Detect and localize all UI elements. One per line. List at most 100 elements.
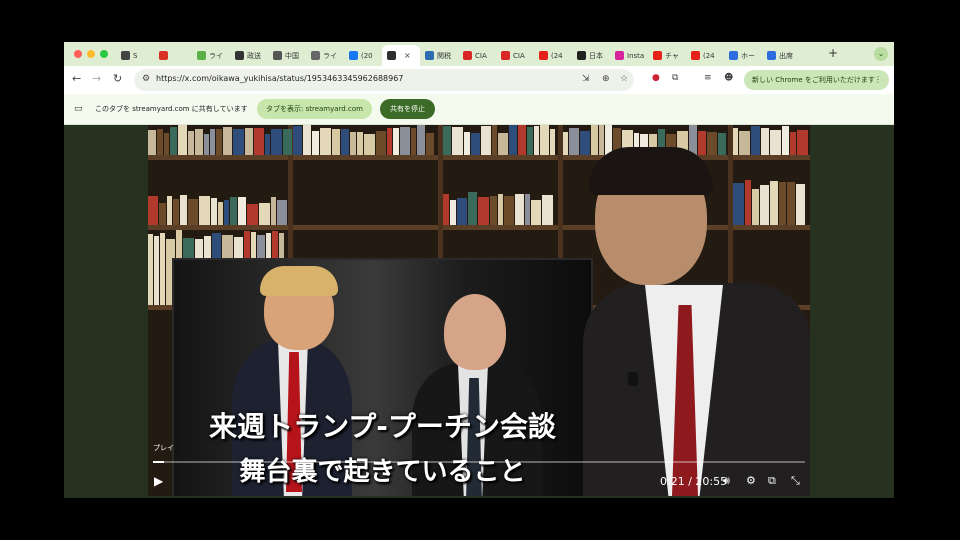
book-spine [259, 203, 270, 225]
stop-sharing-button[interactable]: 共有を停止 [380, 99, 435, 119]
browser-tab[interactable]: (20 [344, 45, 382, 66]
video-caption-line1: 来週トランプ-プーチン会談 [209, 410, 556, 443]
book-spine [180, 195, 187, 225]
book-spine [782, 126, 789, 155]
tab-label: (24 [551, 51, 563, 60]
stick-figure-icon [273, 51, 282, 60]
address-toolbar: ← → ↻ ⚙ https://x.com/oikawa_yukihisa/st… [64, 66, 894, 94]
book-spine [760, 185, 769, 225]
play-button-icon[interactable]: ▶ [154, 474, 163, 488]
book-spine [224, 200, 229, 225]
volume-icon[interactable]: 🔊︎ [723, 474, 730, 488]
browser-tab[interactable]: S [116, 45, 154, 66]
book-spine [770, 130, 781, 155]
tab-label: CIA [513, 51, 525, 60]
maximize-window-button[interactable] [100, 50, 108, 58]
progress-bar[interactable] [153, 461, 805, 463]
send-to-device-icon[interactable]: ⇲ [582, 74, 590, 84]
tab-label: (24 [703, 51, 715, 60]
book-spine [707, 132, 717, 155]
book-spine [245, 128, 253, 155]
book-spine [752, 189, 759, 225]
book-spine [170, 127, 177, 155]
book-spine [540, 125, 549, 155]
browser-tab[interactable] [154, 45, 192, 66]
streamyard-icon [387, 51, 396, 60]
new-tab-button[interactable]: + [828, 46, 838, 60]
book-spine [411, 128, 416, 155]
book-spine [332, 129, 340, 155]
book-spine [550, 129, 555, 155]
book-spine [464, 132, 470, 155]
browser-tab[interactable]: 出席 [762, 45, 800, 66]
book-spine [293, 126, 302, 155]
media-controls-icon[interactable]: ≡ [704, 73, 712, 83]
browser-tab[interactable]: (24 [686, 45, 724, 66]
browser-tab[interactable]: × [382, 45, 420, 66]
book-spine [167, 196, 172, 225]
site-settings-icon[interactable]: ⚙ [142, 74, 150, 84]
play-tooltip: プレイ [153, 444, 174, 452]
picture-in-picture-icon[interactable]: ⧉ [768, 474, 776, 488]
browser-tab[interactable]: 中国 [268, 45, 306, 66]
address-bar[interactable]: ⚙ https://x.com/oikawa_yukihisa/status/1… [134, 69, 634, 91]
book-spine [481, 126, 491, 155]
book-spine [471, 133, 480, 155]
browser-tab[interactable]: ライ [306, 45, 344, 66]
book-spine [563, 132, 568, 155]
profile-avatar-icon[interactable]: ☻ [724, 73, 733, 83]
book-spine [542, 195, 553, 225]
book-spine [195, 129, 203, 155]
browser-tab[interactable]: (24 [534, 45, 572, 66]
book-spine [376, 131, 386, 155]
zoom-icon [729, 51, 738, 60]
book-spine [790, 132, 796, 155]
youtube-icon [539, 51, 548, 60]
facebook-icon [349, 51, 358, 60]
tab-search-chevron-icon[interactable]: ⌄ [874, 47, 888, 61]
browser-tab[interactable]: 政送 [230, 45, 268, 66]
forward-arrow-icon[interactable]: → [92, 72, 101, 86]
chrome-update-button[interactable]: 新しい Chrome をご利用いただけます ⋮ [744, 70, 889, 90]
book-spine [509, 125, 517, 155]
person-left-hair [260, 266, 338, 296]
book-spine [364, 134, 375, 155]
book-spine [216, 129, 222, 155]
book-spine [733, 128, 738, 155]
zoom-icon[interactable]: ⊕ [602, 74, 610, 84]
close-window-button[interactable] [74, 50, 82, 58]
book-spine [739, 131, 750, 155]
video-player[interactable]: 来週トランプ-プーチン会談 舞台裏で起きていること プレイ ▶ 0:21 / 2… [148, 125, 810, 496]
fullscreen-exit-icon[interactable]: ⤡ [791, 474, 800, 488]
browser-tab[interactable]: CIA [496, 45, 534, 66]
book-spine [265, 134, 270, 155]
tab-label: CIA [475, 51, 487, 60]
show-shared-tab-button[interactable]: タブを表示: streamyard.com [257, 99, 372, 119]
extensions-puzzle-icon[interactable]: ⧉ [672, 73, 678, 83]
more-menu-icon[interactable]: ⋮ [874, 75, 882, 84]
book-spine [393, 128, 399, 155]
close-tab-icon[interactable]: × [404, 51, 411, 60]
book-spine [452, 127, 463, 155]
browser-tab[interactable]: 日本 [572, 45, 610, 66]
book-spine [797, 130, 808, 155]
book-spine [599, 125, 604, 155]
book-spine [341, 129, 349, 155]
book-spine [164, 133, 169, 155]
progress-fill [153, 461, 165, 463]
url-text[interactable]: https://x.com/oikawa_yukihisa/status/195… [156, 74, 403, 83]
browser-tab[interactable]: Insta [610, 45, 648, 66]
minimize-window-button[interactable] [87, 50, 95, 58]
host-hair [589, 147, 713, 195]
back-arrow-icon[interactable]: ← [72, 72, 81, 86]
browser-tab[interactable]: チャ [648, 45, 686, 66]
browser-tab[interactable]: ホー [724, 45, 762, 66]
settings-gear-icon[interactable]: ⚙ [746, 474, 756, 487]
share-message: このタブを streamyard.com に共有しています [95, 105, 248, 113]
browser-tab[interactable]: CIA [458, 45, 496, 66]
browser-tab[interactable]: 関税 [420, 45, 458, 66]
reload-icon[interactable]: ↻ [113, 72, 122, 86]
bookmark-star-icon[interactable]: ☆ [620, 74, 628, 84]
browser-tab[interactable]: ライ [192, 45, 230, 66]
extension-icon[interactable]: ● [652, 73, 660, 83]
